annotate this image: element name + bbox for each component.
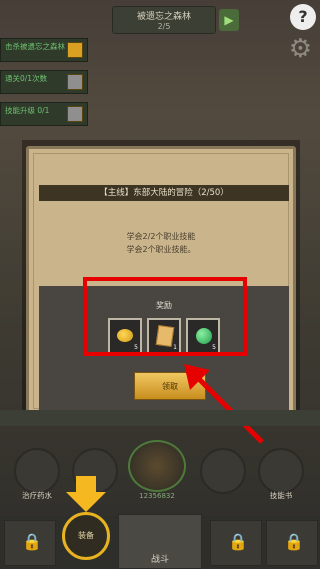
lock-icon: 🔒 xyxy=(284,532,304,551)
gold-badge-icon xyxy=(67,42,83,58)
grey-badge-icon xyxy=(67,106,83,122)
potion-icon[interactable] xyxy=(14,448,60,494)
next-area-icon[interactable]: ▶ xyxy=(219,9,239,31)
treasure-chest-icon[interactable] xyxy=(128,440,186,492)
skill-book-icon[interactable] xyxy=(258,448,304,494)
quest-title: 【主线】东部大陆的冒险（2/50） xyxy=(39,185,289,201)
reward-highlight-box xyxy=(83,277,247,356)
gear-icon[interactable]: ⚙ xyxy=(289,34,312,64)
equip-label: 装备 xyxy=(78,531,94,540)
quest-item[interactable]: 通关0/1次数 xyxy=(0,70,88,94)
item-label: 治疗药水 xyxy=(22,491,52,500)
quest-item[interactable]: 击杀被遗忘之森林 1次 xyxy=(0,38,88,62)
quest-text: 通关0/1次数 xyxy=(5,74,48,83)
location-progress: 2/5 xyxy=(157,22,171,31)
quest-description: 学会2个职业技能。 xyxy=(126,245,196,254)
down-arrow-icon xyxy=(66,476,106,512)
location-name: 被遗忘之森林 xyxy=(136,12,191,22)
chest-label: 12356832 xyxy=(139,492,175,500)
app-logo-icon: ? xyxy=(290,4,316,30)
battle-label: 战斗 xyxy=(150,555,169,565)
pointer-arrow-icon xyxy=(184,364,264,444)
quest-item[interactable]: 技能升级 0/1 xyxy=(0,102,88,126)
quest-text: 技能升级 0/1 xyxy=(5,106,50,115)
item-label: 技能书 xyxy=(269,491,293,500)
grey-badge-icon xyxy=(67,74,83,90)
location-bar[interactable]: 被遗忘之森林 2/5 ▶ xyxy=(112,6,239,34)
lock-icon: 🔒 xyxy=(22,532,42,551)
locked-slot-icon[interactable] xyxy=(200,448,246,494)
status-strip xyxy=(0,410,320,426)
quest-description: 学会2/2个职业技能 xyxy=(126,232,196,241)
lock-icon: 🔒 xyxy=(228,532,248,551)
